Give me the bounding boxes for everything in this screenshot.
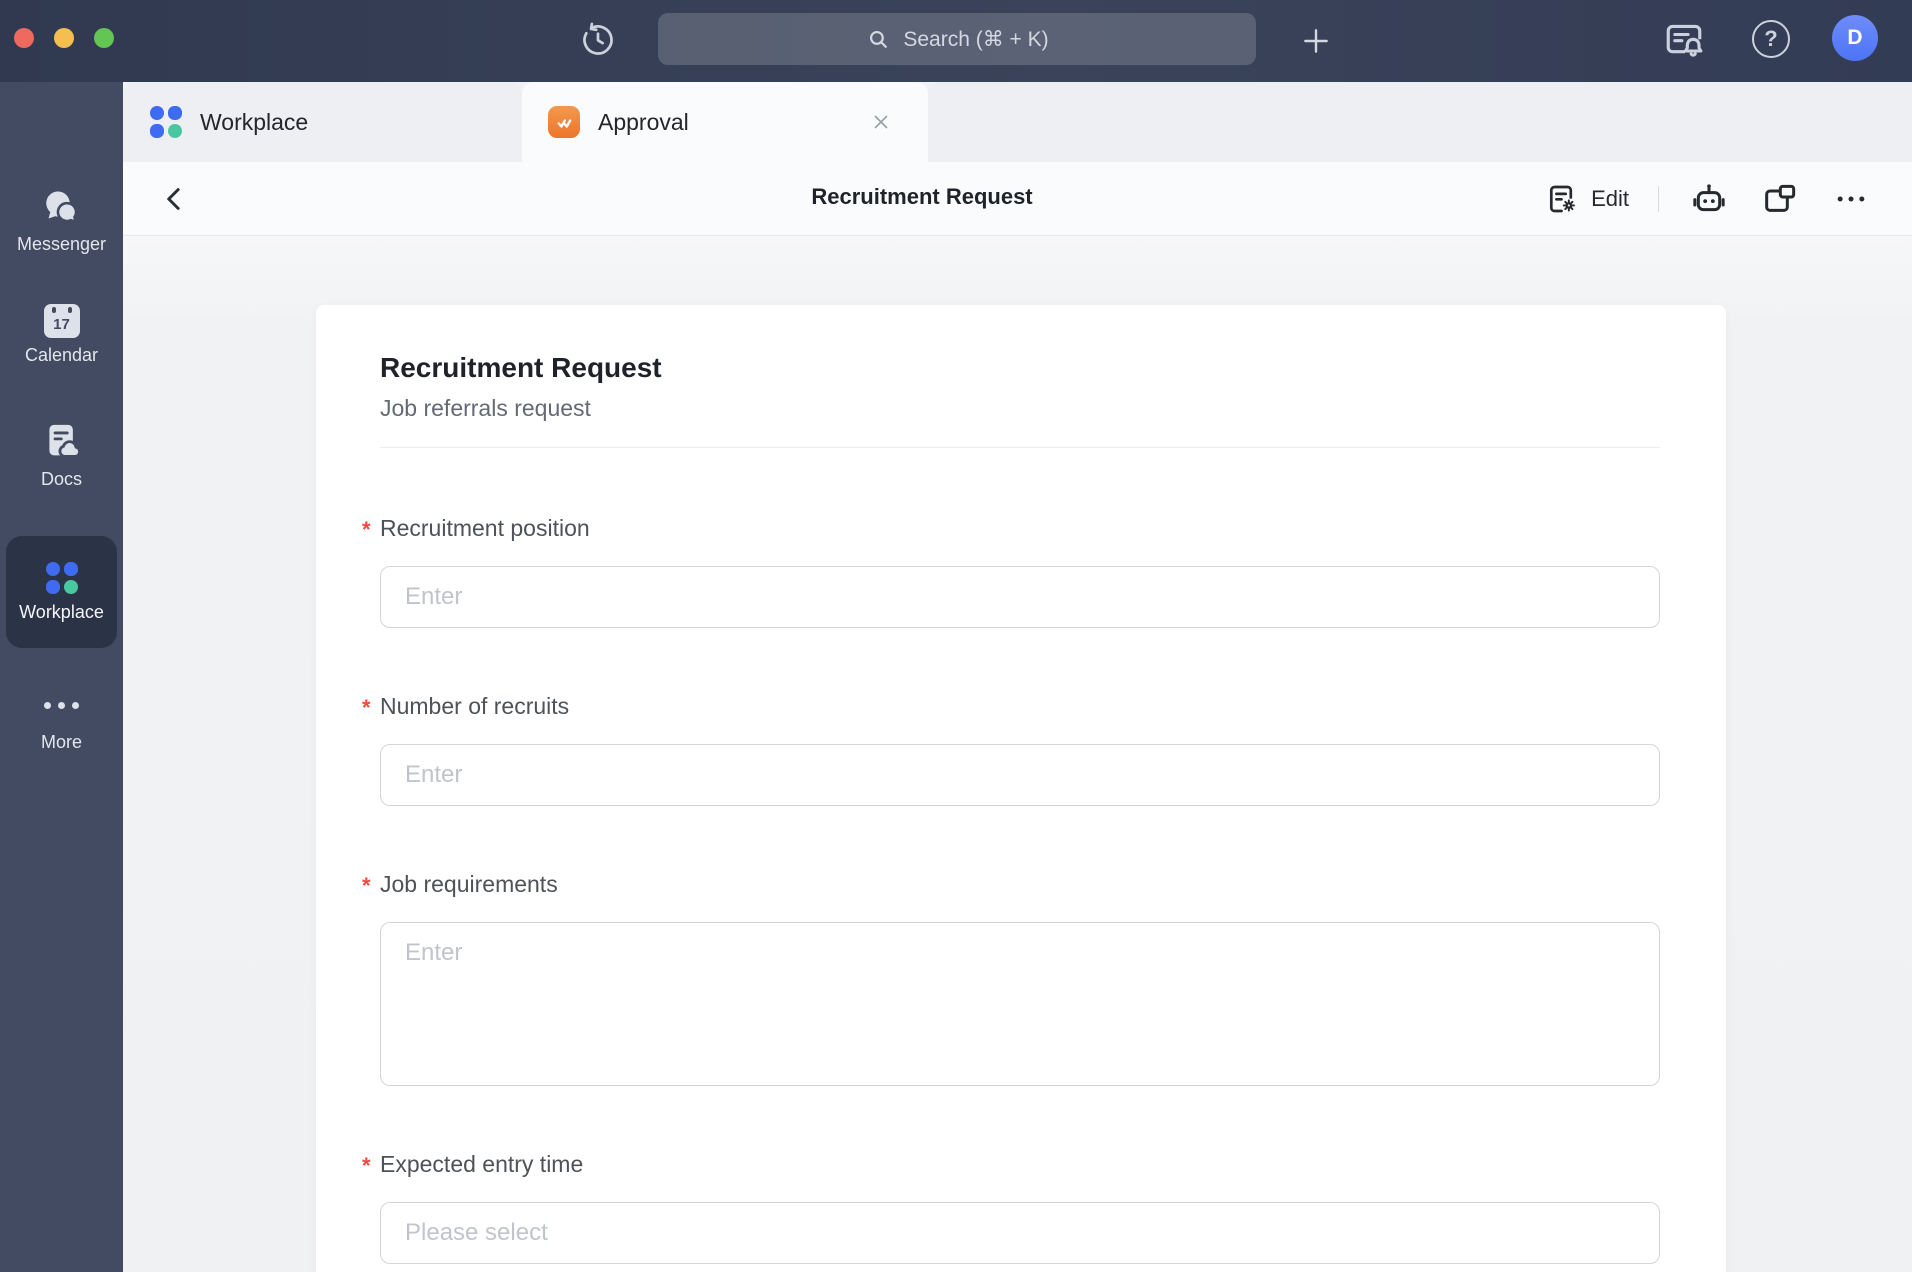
docs-icon bbox=[41, 420, 83, 462]
edit-button[interactable]: Edit bbox=[1545, 181, 1629, 217]
expected-entry-time-select[interactable] bbox=[380, 1202, 1660, 1264]
minimize-window-button[interactable] bbox=[54, 28, 74, 48]
field-label: * Recruitment position bbox=[380, 515, 1660, 541]
edit-doc-gear-icon bbox=[1545, 181, 1581, 217]
sidebar-item-messenger[interactable]: Messenger bbox=[0, 187, 123, 255]
required-marker: * bbox=[362, 695, 371, 721]
page-header: Recruitment Request Edit bbox=[123, 162, 1912, 236]
content-area: Recruitment Request Job referrals reques… bbox=[123, 236, 1912, 1272]
required-marker: * bbox=[362, 517, 371, 543]
tab-strip-filler bbox=[928, 82, 1912, 162]
field-job-requirements: * Job requirements bbox=[380, 871, 1660, 1086]
field-recruitment-position: * Recruitment position bbox=[380, 515, 1660, 628]
sidebar-item-more[interactable]: More bbox=[0, 685, 123, 753]
plus-icon[interactable] bbox=[1296, 21, 1336, 61]
sidebar: Messenger 17 Calendar Docs Contacts Work… bbox=[0, 82, 123, 1272]
close-window-button[interactable] bbox=[14, 28, 34, 48]
page-title: Recruitment Request bbox=[811, 184, 1032, 210]
required-marker: * bbox=[362, 873, 371, 899]
calendar-icon: 17 bbox=[44, 304, 80, 338]
window-controls bbox=[14, 28, 114, 48]
sidebar-item-label: Workplace bbox=[19, 602, 104, 623]
sidebar-item-workplace-selected[interactable]: Workplace bbox=[6, 536, 117, 648]
recruitment-position-input[interactable] bbox=[380, 566, 1660, 628]
search-placeholder: Search (⌘ + K) bbox=[903, 27, 1048, 52]
field-expected-entry-time: * Expected entry time bbox=[380, 1151, 1660, 1264]
form-subtitle: Job referrals request bbox=[380, 395, 1660, 422]
sidebar-item-docs[interactable]: Docs bbox=[0, 420, 123, 490]
search-input[interactable]: Search (⌘ + K) bbox=[658, 13, 1256, 65]
field-label: * Number of recruits bbox=[380, 693, 1660, 719]
sidebar-item-calendar[interactable]: 17 Calendar bbox=[0, 304, 123, 366]
tab-strip: Workplace Approval bbox=[123, 82, 1912, 162]
workplace-logo-icon bbox=[150, 106, 182, 138]
approval-logo-icon bbox=[548, 106, 580, 138]
field-label: * Expected entry time bbox=[380, 1151, 1660, 1177]
maximize-window-button[interactable] bbox=[94, 28, 114, 48]
ellipsis-icon[interactable] bbox=[1830, 178, 1872, 220]
header-actions: Edit bbox=[1545, 162, 1872, 235]
sidebar-item-label: Docs bbox=[41, 469, 82, 490]
field-number-of-recruits: * Number of recruits bbox=[380, 693, 1660, 806]
sidebar-item-label: Calendar bbox=[25, 345, 98, 366]
header-divider bbox=[1658, 186, 1659, 212]
sidebar-item-label: Messenger bbox=[17, 234, 106, 255]
tab-approval[interactable]: Approval bbox=[522, 82, 928, 162]
tab-label: Approval bbox=[598, 109, 689, 136]
field-label: * Job requirements bbox=[380, 871, 1660, 897]
edit-label: Edit bbox=[1591, 186, 1629, 212]
open-window-icon[interactable] bbox=[1759, 178, 1801, 220]
tab-workplace[interactable]: Workplace bbox=[123, 82, 522, 162]
calendar-day: 17 bbox=[53, 316, 70, 338]
help-icon[interactable]: ? bbox=[1752, 20, 1790, 58]
form-divider bbox=[380, 447, 1660, 448]
sidebar-item-label: More bbox=[41, 732, 82, 753]
back-icon[interactable] bbox=[157, 181, 193, 217]
job-requirements-textarea[interactable] bbox=[380, 922, 1660, 1086]
top-bar: Search (⌘ + K) ? D bbox=[0, 0, 1912, 82]
history-icon[interactable] bbox=[578, 20, 618, 60]
form-card: Recruitment Request Job referrals reques… bbox=[316, 305, 1726, 1272]
tab-label: Workplace bbox=[200, 109, 308, 136]
search-icon bbox=[865, 26, 891, 52]
form-title: Recruitment Request bbox=[380, 352, 1660, 384]
workplace-logo-icon bbox=[46, 562, 78, 594]
number-of-recruits-input[interactable] bbox=[380, 744, 1660, 806]
messenger-icon bbox=[41, 187, 83, 227]
announcement-icon[interactable] bbox=[1660, 16, 1708, 64]
robot-icon[interactable] bbox=[1688, 178, 1730, 220]
close-icon[interactable] bbox=[868, 109, 894, 135]
avatar[interactable]: D bbox=[1832, 15, 1878, 61]
required-marker: * bbox=[362, 1153, 371, 1179]
more-dots-icon bbox=[44, 685, 79, 725]
